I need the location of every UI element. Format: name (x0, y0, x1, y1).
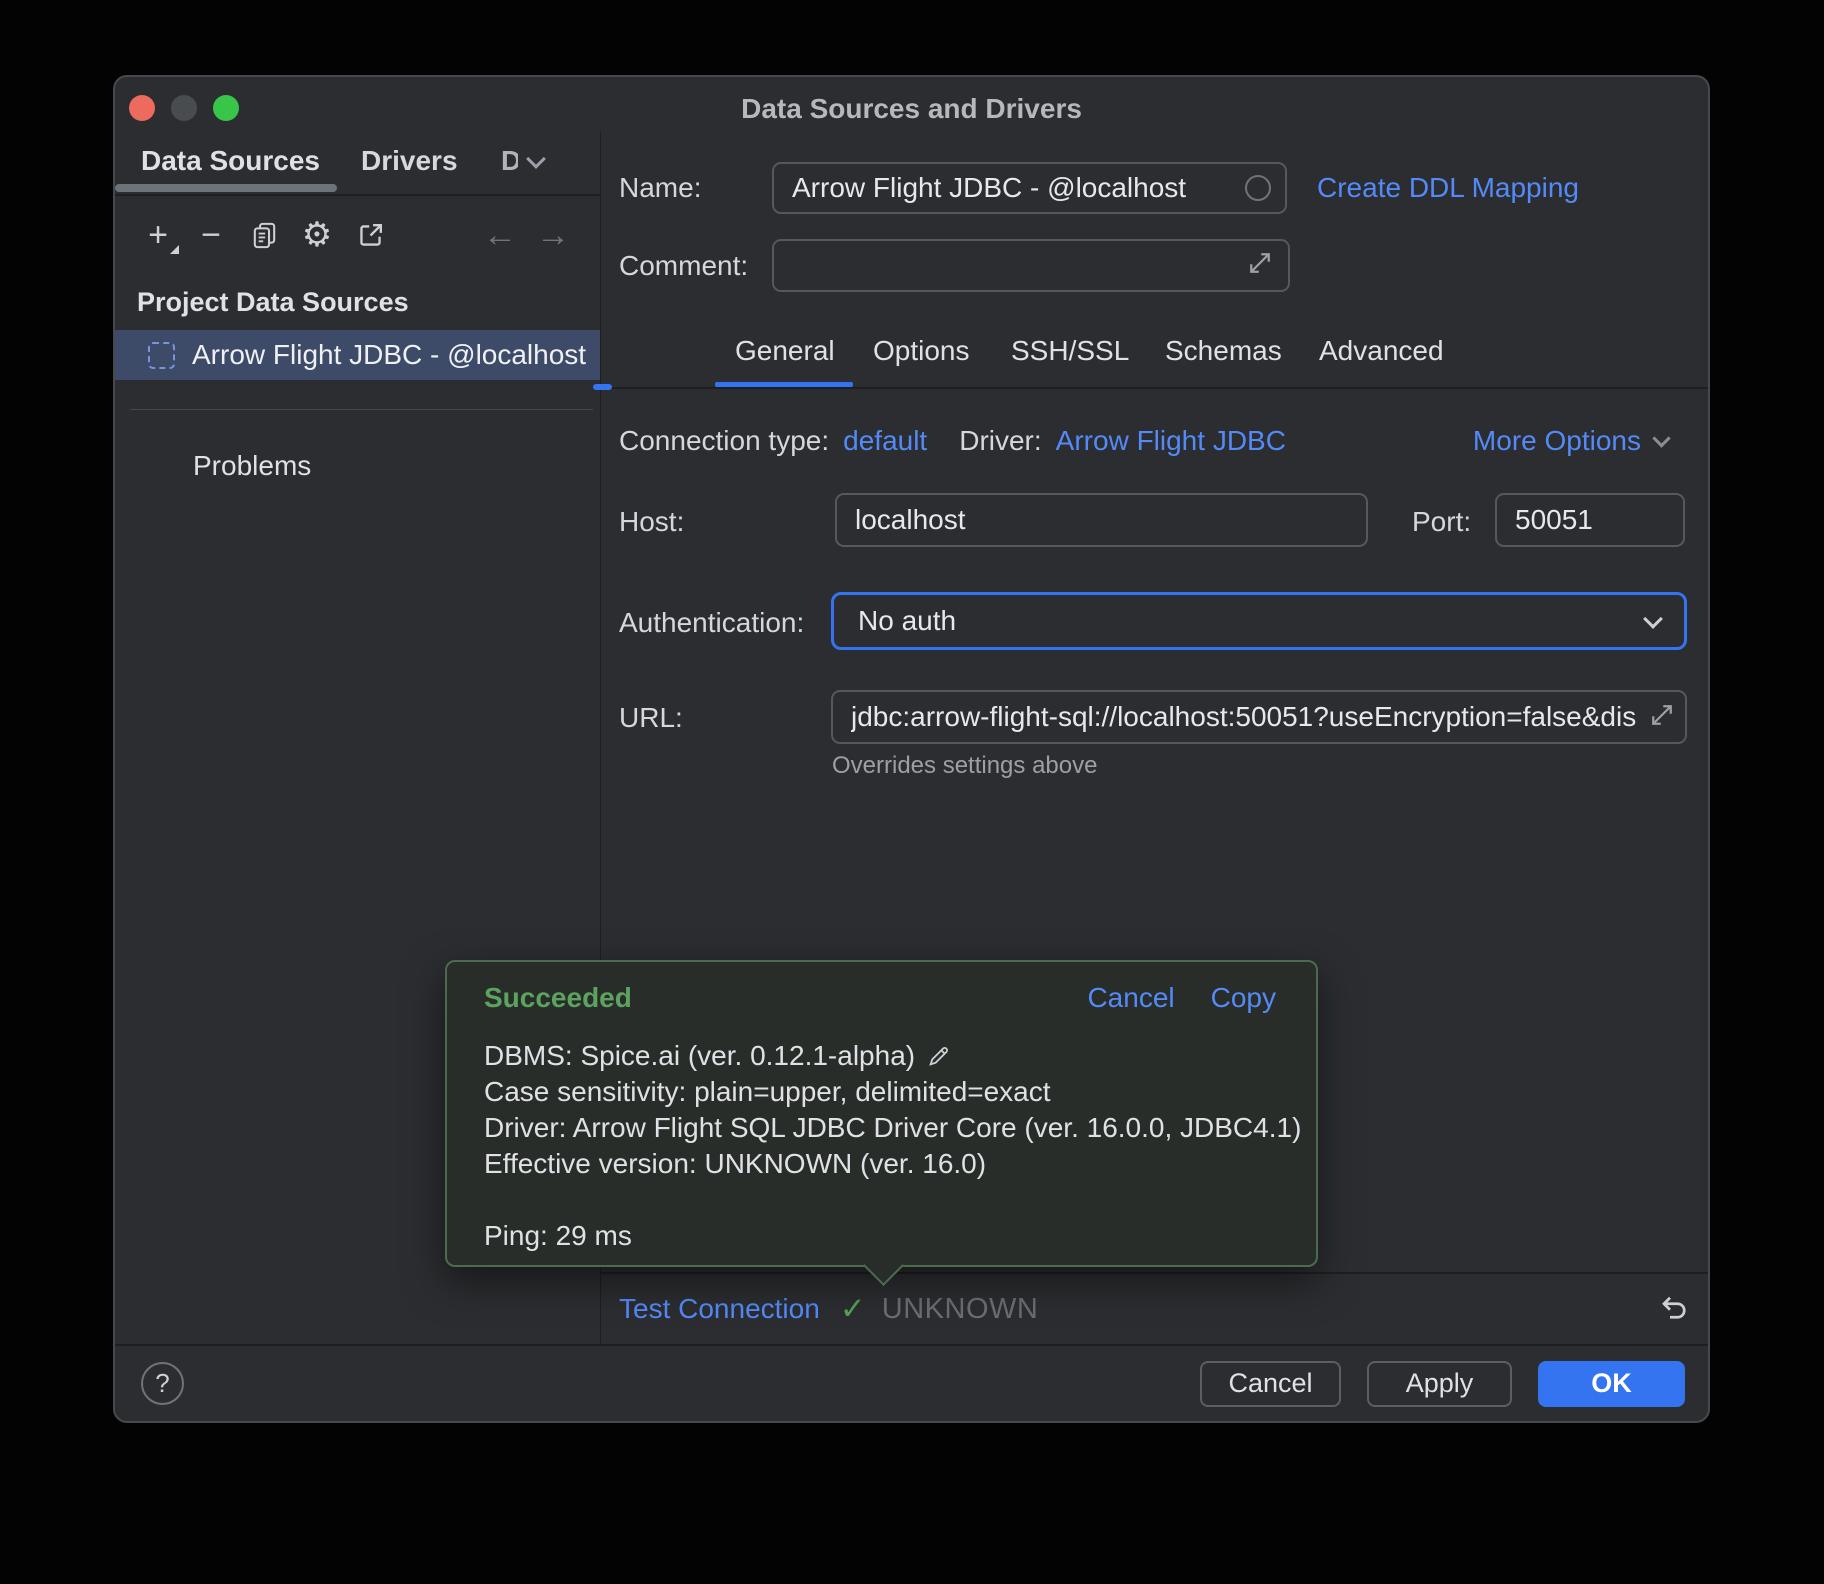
tab-options[interactable]: Options (873, 335, 970, 367)
name-label: Name: (619, 172, 701, 204)
authentication-label: Authentication: (619, 607, 804, 639)
name-input[interactable] (772, 162, 1287, 214)
test-connection-link[interactable]: Test Connection (619, 1293, 820, 1325)
tab-schemas[interactable]: Schemas (1165, 335, 1282, 367)
ok-button[interactable]: OK (1538, 1361, 1685, 1407)
more-options-link[interactable]: More Options (1473, 425, 1668, 457)
window-controls (129, 95, 239, 121)
test-connection-bar: Test Connection ✓ UNKNOWN (601, 1272, 1708, 1344)
back-button[interactable]: ← (483, 218, 517, 252)
close-button[interactable] (129, 95, 155, 121)
port-label: Port: (1412, 506, 1471, 538)
connection-type-value[interactable]: default (843, 425, 927, 457)
active-tab-indicator (115, 184, 337, 192)
pencil-icon[interactable] (925, 1043, 952, 1070)
dialog-window: Data Sources and Drivers Data Sources Dr… (113, 75, 1710, 1423)
chevron-down-icon[interactable] (526, 149, 546, 169)
popup-line-dbms: DBMS: Spice.ai (ver. 0.12.1-alpha) (484, 1038, 915, 1074)
arrow-left-icon: ← (483, 218, 517, 252)
url-input[interactable] (831, 690, 1687, 744)
popup-line-case-sensitivity: Case sensitivity: plain=upper, delimited… (484, 1074, 1051, 1110)
question-icon: ? (155, 1368, 169, 1399)
url-hint: Overrides settings above (832, 752, 1097, 780)
tabstrip-divider (601, 387, 1708, 389)
duplicate-button[interactable] (247, 218, 281, 252)
remove-button[interactable]: − (194, 218, 228, 252)
test-connection-popup: Succeeded Cancel Copy DBMS: Spice.ai (ve… (445, 960, 1318, 1267)
undo-icon (1655, 1291, 1691, 1327)
port-input[interactable] (1495, 493, 1685, 547)
cancel-button[interactable]: Cancel (1200, 1361, 1341, 1407)
more-options-label: More Options (1473, 425, 1641, 457)
comment-label: Comment: (619, 250, 748, 282)
popup-status: Succeeded (484, 982, 632, 1014)
create-ddl-mapping-link[interactable]: Create DDL Mapping (1317, 172, 1579, 204)
sidebar-tabstrip: Data Sources Drivers D (115, 132, 600, 196)
dialog-footer: ? Cancel Apply OK (115, 1344, 1708, 1421)
data-source-item-selected[interactable]: Arrow Flight JDBC - @localhost (115, 330, 600, 380)
popup-cancel-link[interactable]: Cancel (1087, 982, 1174, 1014)
tab-overflow-label: D (501, 145, 518, 177)
help-button[interactable]: ? (141, 1362, 184, 1405)
export-button[interactable] (353, 218, 387, 252)
popup-line-driver: Driver: Arrow Flight SQL JDBC Driver Cor… (484, 1110, 1301, 1146)
host-input[interactable] (835, 493, 1368, 547)
minimize-button[interactable] (171, 95, 197, 121)
minus-icon: − (201, 218, 221, 252)
sidebar-toolbar: + − ⚙ (115, 216, 600, 254)
window-title: Data Sources and Drivers (115, 93, 1708, 125)
tab-drivers-label: Drivers (361, 145, 458, 177)
project-data-sources-header: Project Data Sources (137, 287, 409, 318)
plus-icon: + (148, 218, 168, 252)
expand-icon[interactable] (1647, 700, 1677, 730)
popup-header: Succeeded Cancel Copy (447, 962, 1316, 1014)
driver-value[interactable]: Arrow Flight JDBC (1056, 425, 1286, 457)
expand-icon[interactable] (1245, 248, 1275, 278)
revert-button[interactable] (1654, 1290, 1692, 1328)
gear-icon: ⚙ (302, 218, 332, 252)
connection-type-label: Connection type: (619, 425, 829, 457)
tab-advanced[interactable]: Advanced (1319, 335, 1444, 367)
connection-status: UNKNOWN (882, 1293, 1039, 1326)
open-in-new-icon (355, 220, 386, 251)
settings-button[interactable]: ⚙ (300, 218, 334, 252)
arrow-right-icon: → (536, 218, 570, 252)
popup-line-ping: Ping: 29 ms (484, 1218, 632, 1254)
popup-copy-link[interactable]: Copy (1211, 982, 1276, 1014)
tab-ssh-ssl[interactable]: SSH/SSL (1011, 335, 1129, 367)
tab-overflow[interactable]: D (501, 132, 518, 190)
connection-type-row: Connection type: default Driver: Arrow F… (619, 425, 1286, 457)
tab-drivers[interactable]: Drivers (361, 132, 458, 190)
add-button[interactable]: + (141, 218, 175, 252)
authentication-value: No auth (858, 605, 956, 637)
chevron-down-icon (1643, 609, 1663, 629)
name-field-circle-icon (1245, 175, 1271, 201)
data-source-icon (148, 342, 175, 369)
host-label: Host: (619, 506, 684, 538)
tab-data-sources-label: Data Sources (141, 145, 320, 177)
popup-body: DBMS: Spice.ai (ver. 0.12.1-alpha) Case … (447, 1014, 1316, 1254)
sidebar-item-problems[interactable]: Problems (193, 450, 311, 482)
comment-input[interactable] (772, 239, 1290, 292)
driver-label: Driver: (959, 425, 1041, 457)
scrollbar-thumb[interactable] (593, 384, 612, 390)
tab-general[interactable]: General (735, 335, 835, 367)
data-source-label: Arrow Flight JDBC - @localhost (192, 339, 586, 371)
tab-data-sources[interactable]: Data Sources (141, 132, 320, 190)
authentication-select[interactable]: No auth (831, 592, 1687, 650)
apply-button[interactable]: Apply (1367, 1361, 1512, 1407)
url-label: URL: (619, 702, 683, 734)
sidebar-divider (130, 409, 593, 410)
fullscreen-button[interactable] (213, 95, 239, 121)
duplicate-icon (249, 220, 280, 251)
forward-button[interactable]: → (536, 218, 570, 252)
dropdown-corner-icon (170, 245, 179, 254)
chevron-down-icon (1652, 429, 1670, 447)
settings-tabstrip: General Options SSH/SSL Schemas Advanced (601, 335, 1708, 369)
screen: Data Sources and Drivers Data Sources Dr… (0, 0, 1824, 1584)
popup-line-effective-version: Effective version: UNKNOWN (ver. 16.0) (484, 1146, 986, 1182)
check-icon: ✓ (840, 1291, 866, 1327)
